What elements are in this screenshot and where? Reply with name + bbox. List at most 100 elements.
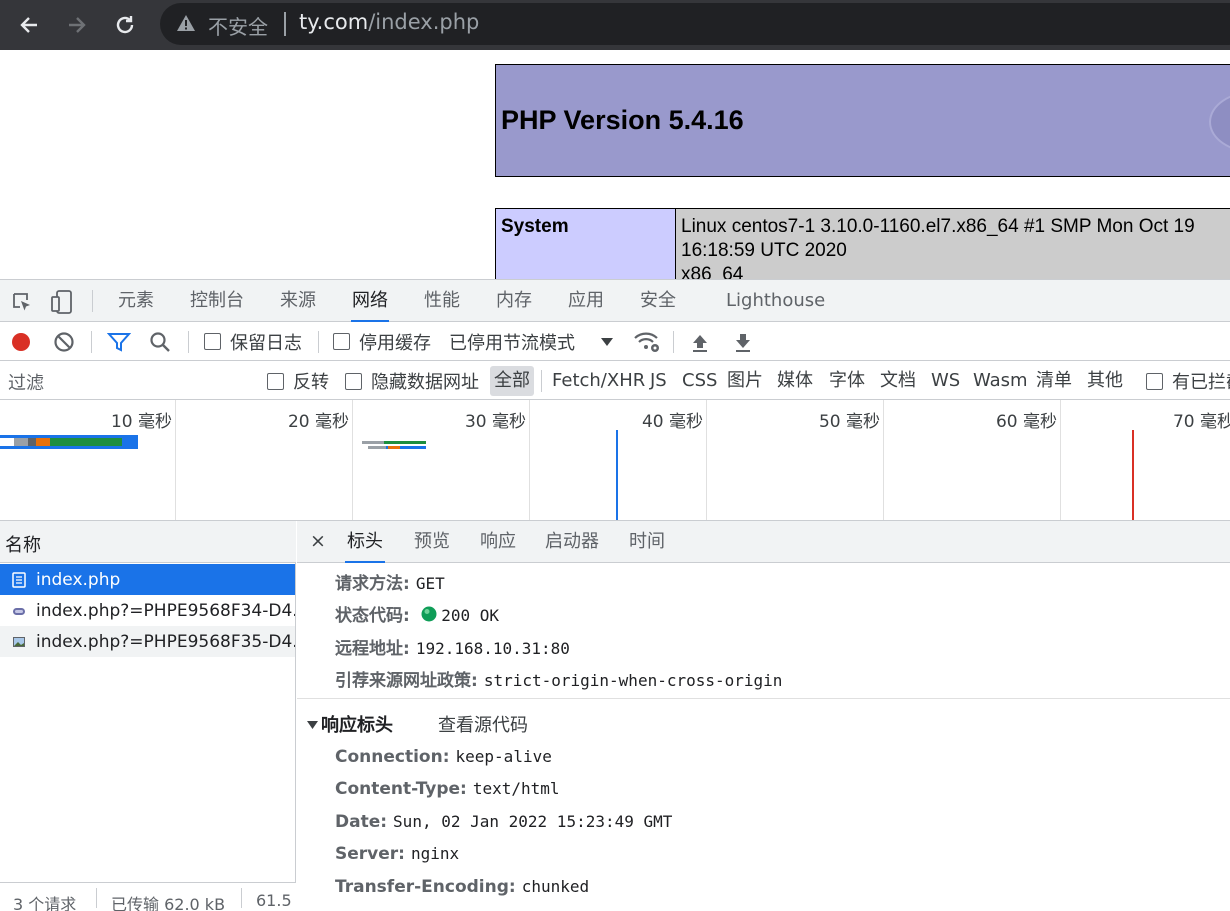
header-connection: Connection: keep-alive bbox=[335, 747, 552, 767]
network-conditions-button[interactable] bbox=[633, 322, 661, 361]
reload-button[interactable] bbox=[108, 8, 142, 42]
hide-data-urls-checkbox[interactable]: 隐藏数据网址 bbox=[345, 362, 479, 400]
forward-arrow-icon bbox=[69, 17, 86, 33]
filter-type-fetch-xhr[interactable]: Fetch/XHR bbox=[552, 362, 645, 400]
checkbox-icon bbox=[333, 333, 350, 350]
image-icon bbox=[13, 636, 25, 647]
request-name: index.php?=PHPE9568F35-D4... bbox=[36, 631, 295, 652]
header-key: 引荐来源网址政策: bbox=[335, 671, 478, 691]
page-content: PHP Version 5.4.16 System Linux centos7-… bbox=[0, 50, 1230, 279]
tab-application[interactable]: 应用 bbox=[567, 280, 605, 322]
timeline-tick: 20 毫秒 bbox=[287, 412, 349, 432]
header-key: 状态代码: bbox=[335, 606, 410, 626]
tab-response[interactable]: 响应 bbox=[478, 521, 518, 563]
filter-input[interactable]: 过滤 bbox=[0, 366, 248, 394]
network-summary-bar: 3 个请求 已传输 62.0 kB 61.5 bbox=[0, 882, 296, 911]
grid-line bbox=[529, 400, 530, 520]
status-ok-icon bbox=[421, 606, 437, 622]
header-value: keep-alive bbox=[455, 747, 552, 766]
toolbar-divider bbox=[188, 331, 189, 353]
security-label[interactable]: 不安全 bbox=[208, 11, 268, 40]
tab-preview[interactable]: 预览 bbox=[412, 521, 452, 563]
funnel-icon bbox=[107, 332, 131, 352]
request-row[interactable]: index.php bbox=[0, 564, 295, 595]
filter-type-js[interactable]: JS bbox=[650, 362, 667, 400]
summary-divider bbox=[96, 888, 97, 908]
filter-type-font[interactable]: 字体 bbox=[829, 362, 865, 400]
network-overview[interactable]: 10 毫秒 20 毫秒 30 毫秒 40 毫秒 50 毫秒 60 毫秒 70 毫… bbox=[0, 400, 1230, 521]
bar-segment-dns bbox=[28, 438, 36, 446]
header-value: text/html bbox=[472, 779, 560, 798]
tab-security[interactable]: 安全 bbox=[639, 280, 677, 322]
filter-divider bbox=[541, 370, 542, 392]
back-button[interactable] bbox=[12, 8, 46, 42]
view-source-button[interactable]: 查看源代码 bbox=[438, 711, 528, 737]
image-icon bbox=[13, 607, 25, 615]
tab-memory[interactable]: 内存 bbox=[495, 280, 533, 322]
filter-type-all[interactable]: 全部 bbox=[490, 366, 534, 396]
timeline-tick: 40 毫秒 bbox=[641, 412, 703, 432]
header-referrer-policy: 引荐来源网址政策: strict-origin-when-cross-origin bbox=[335, 666, 782, 691]
filter-type-css[interactable]: CSS bbox=[682, 362, 717, 400]
device-toolbar-icon[interactable] bbox=[50, 289, 74, 315]
url-text[interactable]: ty.com/index.php bbox=[299, 10, 479, 34]
blocked-cookies-checkbox[interactable]: 有已拦截 bbox=[1146, 362, 1230, 400]
download-icon bbox=[736, 333, 750, 352]
header-value: strict-origin-when-cross-origin bbox=[483, 671, 783, 690]
request-list-header[interactable]: 名称 bbox=[0, 521, 296, 563]
filter-type-other[interactable]: 其他 bbox=[1087, 362, 1123, 400]
grid-line bbox=[175, 400, 176, 520]
load-marker bbox=[1132, 430, 1134, 520]
php-header: PHP Version 5.4.16 bbox=[495, 64, 1230, 177]
tab-performance[interactable]: 性能 bbox=[423, 280, 461, 322]
preserve-log-checkbox[interactable]: 保留日志 bbox=[204, 322, 302, 361]
tab-initiator[interactable]: 启动器 bbox=[543, 521, 601, 563]
header-date: Date: Sun, 02 Jan 2022 15:23:49 GMT bbox=[335, 812, 672, 832]
document-icon bbox=[12, 571, 26, 588]
disable-cache-checkbox[interactable]: 停用缓存 bbox=[333, 322, 431, 361]
tab-sources[interactable]: 来源 bbox=[279, 280, 317, 322]
export-har-button[interactable] bbox=[733, 322, 753, 361]
filter-bar: 过滤 反转 隐藏数据网址 全部 Fetch/XHR JS CSS 图片 媒体 字… bbox=[0, 362, 1230, 400]
timeline-tick: 50 毫秒 bbox=[818, 412, 880, 432]
domcontentloaded-marker bbox=[616, 430, 618, 520]
tab-timing[interactable]: 时间 bbox=[627, 521, 667, 563]
search-icon bbox=[150, 331, 170, 352]
php-version-title: PHP Version 5.4.16 bbox=[501, 105, 744, 135]
warning-icon[interactable] bbox=[176, 14, 196, 32]
filter-type-media[interactable]: 媒体 bbox=[777, 362, 813, 400]
record-button[interactable] bbox=[10, 322, 32, 361]
request-row[interactable]: index.php?=PHPE9568F34-D4... bbox=[0, 595, 295, 626]
response-headers-section[interactable]: 响应标头 bbox=[307, 711, 393, 737]
filter-type-doc[interactable]: 文档 bbox=[880, 362, 916, 400]
timeline-tick: 70 毫秒 bbox=[1172, 412, 1230, 432]
tab-console[interactable]: 控制台 bbox=[189, 280, 245, 322]
upload-icon bbox=[693, 334, 707, 352]
header-key: Date: bbox=[335, 812, 388, 832]
devtools-panel: 元素 控制台 来源 网络 性能 内存 应用 安全 Lighthouse 保留日志… bbox=[0, 279, 1230, 911]
throttle-value: 已停用节流模式 bbox=[449, 332, 575, 354]
tab-lighthouse[interactable]: Lighthouse bbox=[725, 280, 826, 322]
blocked-cookies-label: 有已拦截 bbox=[1172, 372, 1230, 393]
search-button[interactable] bbox=[149, 322, 171, 361]
name-column-header: 名称 bbox=[5, 535, 41, 556]
system-value: Linux centos7-1 3.10.0-1160.el7.x86_64 #… bbox=[675, 208, 1230, 279]
invert-checkbox[interactable]: 反转 bbox=[267, 362, 329, 400]
tab-elements[interactable]: 元素 bbox=[117, 280, 155, 322]
clear-button[interactable] bbox=[53, 322, 75, 361]
filter-type-wasm[interactable]: Wasm bbox=[973, 362, 1028, 400]
tab-network[interactable]: 网络 bbox=[351, 280, 389, 322]
close-icon[interactable]: × bbox=[310, 530, 326, 552]
address-bar[interactable]: 不安全 ty.com/index.php bbox=[160, 3, 1230, 45]
import-har-button[interactable] bbox=[690, 322, 710, 361]
filter-type-ws[interactable]: WS bbox=[931, 362, 960, 400]
request-row[interactable]: index.php?=PHPE9568F35-D4... bbox=[0, 626, 295, 657]
filter-type-manifest[interactable]: 清单 bbox=[1036, 362, 1072, 400]
throttle-select[interactable]: 已停用节流模式 bbox=[449, 322, 613, 361]
filter-toggle-button[interactable] bbox=[107, 322, 131, 361]
inspect-element-icon[interactable] bbox=[11, 291, 33, 313]
forward-button[interactable] bbox=[60, 8, 94, 42]
filter-type-img[interactable]: 图片 bbox=[727, 362, 763, 400]
tab-headers[interactable]: 标头 bbox=[345, 521, 385, 563]
timeline-bar-image1-stalled bbox=[362, 441, 384, 444]
